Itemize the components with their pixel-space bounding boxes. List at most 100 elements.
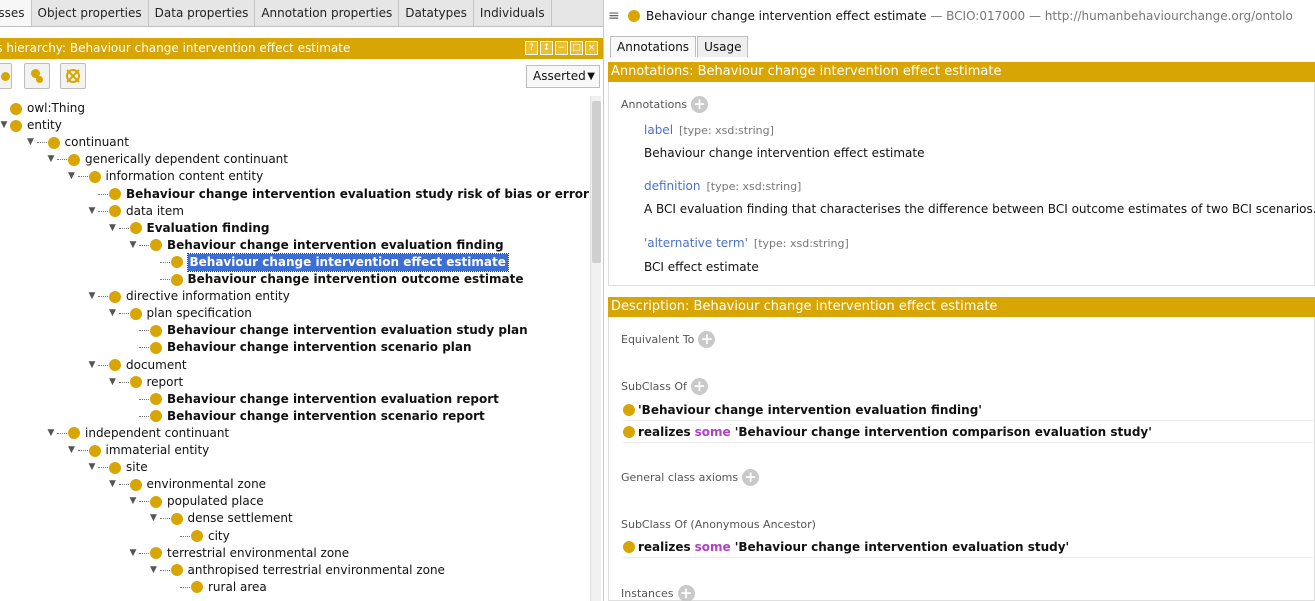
class-bullet-icon: [170, 273, 183, 286]
tree-node[interactable]: Behaviour change intervention scenario r…: [127, 408, 485, 425]
annotation-property-name: 'alternative term': [644, 236, 748, 250]
annotation-property-definition[interactable]: definition [type: xsd:string]: [644, 179, 801, 193]
tree-node[interactable]: ▼ directive information entity: [86, 288, 290, 305]
class-hierarchy-toolbar: Asserted ▼: [0, 62, 603, 92]
expand-toggle-icon[interactable]: ▼: [107, 305, 119, 322]
expand-toggle-icon[interactable]: ▼: [86, 203, 98, 220]
chevron-down-icon: ▼: [587, 71, 595, 82]
class-bullet-icon: [150, 495, 162, 508]
tree-node[interactable]: owl:Thing: [0, 100, 85, 117]
tab-data-properties[interactable]: Data properties: [149, 0, 256, 26]
tree-node[interactable]: ▼ entity: [0, 117, 62, 134]
tree-node[interactable]: city: [168, 528, 230, 545]
annotations-header: Annotations +: [621, 96, 709, 113]
tree-node[interactable]: Behaviour change intervention evaluation…: [127, 391, 499, 408]
maximize-icon[interactable]: □: [570, 41, 583, 55]
tree-connector: [159, 569, 170, 571]
class-bullet-icon: [191, 581, 203, 594]
subclass-row[interactable]: 'Behaviour change intervention evaluatio…: [623, 399, 1313, 421]
tab-classes[interactable]: asses: [0, 0, 32, 26]
class-hierarchy-panel: asses Object properties Data properties …: [0, 0, 604, 601]
hierarchy-mode-dropdown[interactable]: Asserted ▼: [526, 65, 600, 88]
tree-node[interactable]: ▼ dense settlement: [148, 510, 293, 527]
expand-toggle-icon[interactable]: ▼: [107, 476, 119, 493]
expand-toggle-icon[interactable]: ▼: [86, 288, 98, 305]
expand-toggle-icon[interactable]: ▼: [86, 357, 98, 374]
expand-toggle-icon[interactable]: ▼: [148, 562, 160, 579]
expand-toggle-icon[interactable]: ▼: [107, 374, 119, 391]
tree-scrollbar-thumb[interactable]: [592, 101, 601, 263]
add-axiom-icon[interactable]: +: [742, 469, 760, 486]
class-bullet-icon: [150, 239, 162, 252]
annotation-property-label[interactable]: label [type: xsd:string]: [644, 123, 774, 137]
tree-node[interactable]: Behaviour change intervention evaluation…: [86, 186, 589, 203]
add-equivalent-icon[interactable]: +: [698, 331, 716, 348]
tree-node[interactable]: ▼ populated place: [127, 493, 264, 510]
expand-toggle-icon[interactable]: ▼: [0, 117, 10, 134]
tree-node[interactable]: ▼ anthropised terrestrial environmental z…: [148, 562, 445, 579]
tab-datatypes[interactable]: Datatypes: [399, 0, 474, 26]
add-sibling-class-button[interactable]: [24, 63, 50, 89]
expand-toggle-icon[interactable]: ▼: [107, 220, 119, 237]
class-bullet-icon: [10, 119, 22, 132]
left-tab-bar: asses Object properties Data properties …: [0, 0, 603, 27]
delete-class-button[interactable]: [60, 63, 86, 89]
tree-node[interactable]: Behaviour change intervention evaluation…: [127, 322, 528, 339]
expand-toggle-icon[interactable]: ▼: [66, 442, 78, 459]
tree-node[interactable]: ▼ report: [107, 374, 183, 391]
tree-connector: [159, 279, 170, 280]
tree-node[interactable]: ▼ document: [86, 357, 187, 374]
tree-node[interactable]: ▼ Behaviour change intervention evaluatio…: [127, 237, 504, 254]
tab-object-properties[interactable]: Object properties: [32, 0, 149, 26]
anonymous-ancestor-row[interactable]: realizes some 'Behaviour change interven…: [623, 536, 1313, 558]
expand-toggle-icon[interactable]: ▼: [25, 134, 37, 151]
tree-node[interactable]: ▼ site: [86, 459, 148, 476]
tree-node[interactable]: ▼ continuant: [25, 134, 129, 151]
tree-node[interactable]: Behaviour change intervention outcome es…: [148, 271, 524, 288]
detail-tab-bar: Annotations Usage: [610, 36, 749, 57]
annotation-property-alternative-term[interactable]: 'alternative term' [type: xsd:string]: [644, 236, 849, 250]
expand-toggle-icon[interactable]: ▼: [127, 545, 139, 562]
tree-node[interactable]: ▼ information content entity: [66, 168, 263, 185]
tree-node[interactable]: ▼ terrestrial environmental zone: [127, 545, 350, 562]
menu-icon[interactable]: ≡: [608, 0, 620, 32]
expand-toggle-icon[interactable]: ▼: [127, 237, 139, 254]
add-annotation-icon[interactable]: +: [691, 96, 709, 113]
tab-individuals[interactable]: Individuals: [474, 0, 552, 26]
tree-node[interactable]: ▼ generically dependent continuant: [45, 151, 288, 168]
tab-annotations[interactable]: Annotations: [610, 36, 697, 57]
tree-node[interactable]: ▼ Evaluation finding: [107, 220, 269, 237]
tree-node[interactable]: rural area: [168, 579, 267, 596]
expand-toggle-icon[interactable]: ▼: [45, 425, 57, 442]
help-icon[interactable]: ?: [525, 41, 538, 55]
class-tree[interactable]: owl:Thing ▼ entity ▼ continuant ▼ generically …: [0, 96, 590, 601]
tree-node[interactable]: ▼ environmental zone: [107, 476, 266, 493]
tree-node[interactable]: ▼ plan specification: [107, 305, 252, 322]
add-instance-icon[interactable]: +: [677, 585, 695, 601]
expand-toggle-icon[interactable]: ▼: [148, 510, 160, 527]
tab-annotation-properties[interactable]: Annotation properties: [255, 0, 400, 26]
tree-scrollbar[interactable]: [590, 96, 601, 601]
add-subclass-button[interactable]: [0, 63, 12, 89]
class-bullet-icon: [628, 10, 640, 22]
expand-toggle-icon[interactable]: ▼: [45, 151, 57, 168]
class-bullet-icon: [150, 393, 162, 406]
close-icon[interactable]: ×: [585, 41, 598, 55]
class-bullet-icon: [68, 153, 80, 166]
sync-icon[interactable]: ↕: [540, 41, 553, 55]
expand-toggle-icon[interactable]: ▼: [66, 168, 78, 185]
tree-node[interactable]: ▼ independent continuant: [45, 425, 230, 442]
tree-node-selected[interactable]: Behaviour change intervention effect est…: [148, 252, 509, 272]
class-bullet-icon: [109, 461, 121, 474]
add-superclass-icon[interactable]: +: [690, 378, 708, 395]
subclass-row[interactable]: realizes some 'Behaviour change interven…: [623, 421, 1313, 443]
tree-node[interactable]: ▼ data item: [86, 203, 184, 220]
tree-node[interactable]: Behaviour change intervention scenario p…: [127, 339, 472, 356]
expand-toggle-icon[interactable]: ▼: [86, 459, 98, 476]
tree-node[interactable]: ▼ immaterial entity: [66, 442, 209, 459]
tab-usage[interactable]: Usage: [697, 36, 749, 57]
minimize-icon[interactable]: −: [555, 41, 568, 55]
expand-toggle-icon[interactable]: ▼: [127, 493, 139, 510]
ancestor-filler: 'Behaviour change intervention evaluatio…: [734, 539, 1070, 554]
tree-node-label: Behaviour change intervention outcome es…: [187, 272, 524, 286]
